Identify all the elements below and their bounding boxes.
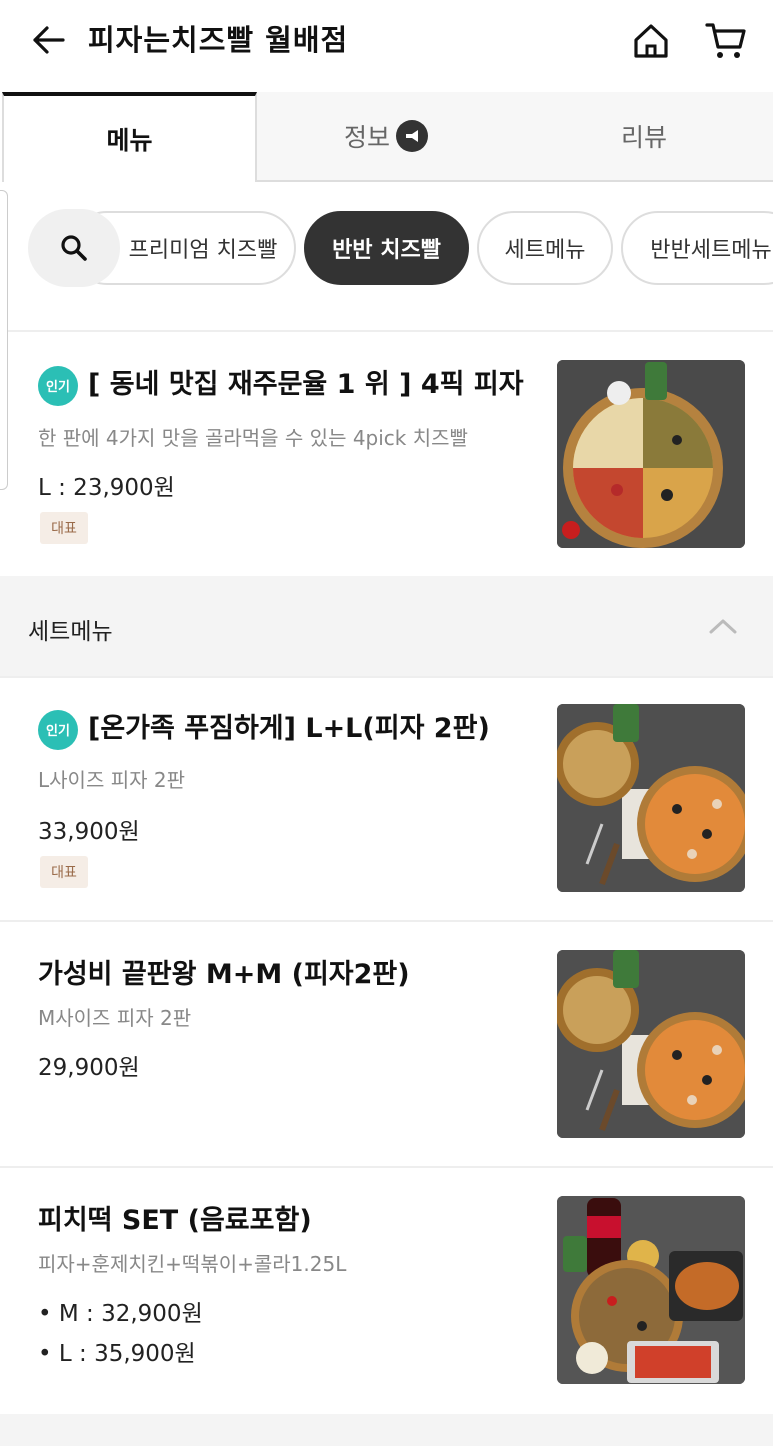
category-chip-bar: 프리미엄 치즈빨 반반 치즈빨 세트메뉴 반반세트메뉴 xyxy=(0,182,773,330)
megaphone-icon xyxy=(396,120,428,152)
item-desc: 한 판에 4가지 맛을 골라먹을 수 있는 4pick 치즈빨 xyxy=(38,426,468,450)
item-price-m: • M : 32,900원 xyxy=(38,1301,203,1327)
tab-bar: 메뉴 정보 리뷰 xyxy=(0,92,773,182)
menu-item-4pick[interactable]: 인기 [ 동네 맛집 재주문율 1 위 ] 4픽 피자 한 판에 4가지 맛을 골… xyxy=(0,332,773,576)
chevron-up-icon[interactable] xyxy=(708,614,738,638)
item-desc: L사이즈 피자 2판 xyxy=(38,768,185,792)
chip-label: 반반세트메뉴 xyxy=(650,238,772,263)
menu-item-mm-set[interactable]: 가성비 끝판왕 M+M (피자2판) M사이즈 피자 2판 29,900원 xyxy=(0,922,773,1166)
item-name: [ 동네 맛집 재주문율 1 위 ] 4픽 피자 xyxy=(88,369,524,400)
section-header-set-menu[interactable]: 세트메뉴 xyxy=(0,576,773,676)
item-price: 29,900원 xyxy=(38,1055,140,1081)
item-price-l: • L : 35,900원 xyxy=(38,1341,196,1367)
representative-tag: 대표 xyxy=(40,512,88,544)
popular-badge: 인기 xyxy=(38,709,78,750)
menu-item-ll-set[interactable]: 인기 [온가족 푸짐하게] L+L(피자 2판) L사이즈 피자 2판 33,90… xyxy=(0,678,773,920)
home-icon[interactable] xyxy=(630,20,672,62)
chip-label: 프리미엄 치즈빨 xyxy=(128,238,278,263)
item-name: 가성비 끝판왕 M+M (피자2판) xyxy=(38,959,410,990)
back-arrow-icon[interactable] xyxy=(28,20,68,60)
page-title: 피자는치즈빨 월배점 xyxy=(88,23,349,57)
bottom-divider xyxy=(0,1414,773,1446)
chip-label: 반반 치즈빨 xyxy=(332,238,441,263)
scroll-edge-handle xyxy=(0,190,8,490)
item-desc: M사이즈 피자 2판 xyxy=(38,1006,192,1030)
item-desc: 피자+훈제치킨+떡볶이+콜라1.25L xyxy=(38,1252,347,1276)
item-name-row: 인기 [ 동네 맛집 재주문율 1 위 ] 4픽 피자 xyxy=(38,362,524,406)
chip-half-cheese[interactable]: 반반 치즈빨 xyxy=(304,211,469,285)
tab-info-label: 정보 xyxy=(343,123,390,152)
pizza-set-photo xyxy=(557,1196,745,1384)
pizza-photo xyxy=(557,950,745,1138)
pizza-photo xyxy=(557,360,745,548)
top-app-bar: 피자는치즈빨 월배점 xyxy=(0,0,773,86)
search-icon[interactable] xyxy=(28,209,120,287)
representative-tag: 대표 xyxy=(40,856,88,888)
chip-set-menu[interactable]: 세트메뉴 xyxy=(477,211,613,285)
tab-menu[interactable]: 메뉴 xyxy=(2,92,257,182)
tab-menu-label: 메뉴 xyxy=(106,126,153,155)
popular-badge: 인기 xyxy=(38,365,78,406)
item-name-row: 인기 [온가족 푸짐하게] L+L(피자 2판) xyxy=(38,706,490,750)
item-price: L : 23,900원 xyxy=(38,475,175,501)
pizza-photo xyxy=(557,704,745,892)
tab-info[interactable]: 정보 xyxy=(257,92,515,182)
tab-review-label: 리뷰 xyxy=(620,123,667,152)
item-name: [온가족 푸짐하게] L+L(피자 2판) xyxy=(88,713,490,744)
item-name: 피치떡 SET (음료포함) xyxy=(38,1205,312,1236)
chip-label: 세트메뉴 xyxy=(504,238,586,263)
section-title: 세트메뉴 xyxy=(28,619,113,645)
chip-half-set-menu[interactable]: 반반세트메뉴 xyxy=(621,211,773,285)
tab-review[interactable]: 리뷰 xyxy=(515,92,773,182)
cart-icon[interactable] xyxy=(704,20,748,62)
item-price: 33,900원 xyxy=(38,819,140,845)
menu-item-pichitteok-set[interactable]: 피치떡 SET (음료포함) 피자+훈제치킨+떡볶이+콜라1.25L • M :… xyxy=(0,1168,773,1414)
